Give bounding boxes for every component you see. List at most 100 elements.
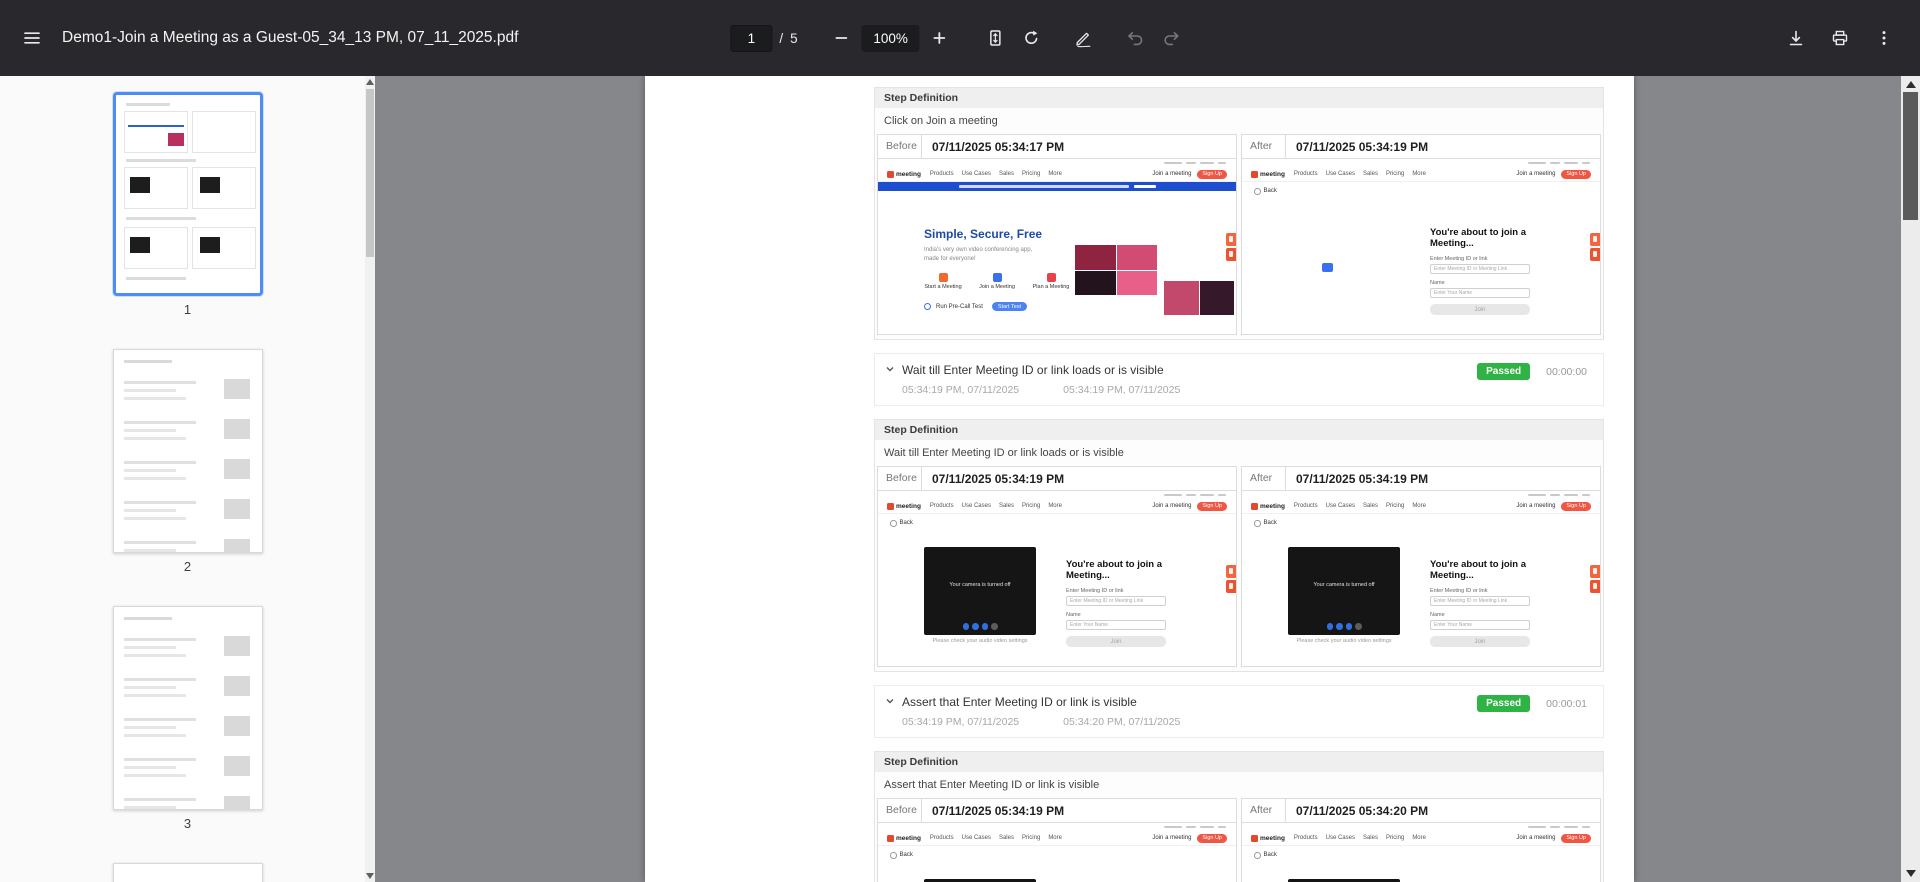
settings-icon [1355, 623, 1362, 630]
fit-to-page-button[interactable] [978, 20, 1014, 56]
main-scrollbar [1901, 76, 1920, 882]
sidebar-scrollbar-thumb[interactable] [366, 89, 374, 257]
mini-brand: meeting [1260, 170, 1285, 178]
thumbnail-page-number: 1 [183, 302, 192, 317]
more-options-button[interactable] [1866, 20, 1902, 56]
mini-signup-button: Sign Up [1197, 833, 1227, 843]
mini-back-link: Back [890, 852, 1236, 859]
mini-join-form: You're about to join a Meeting... Enter … [1430, 879, 1530, 882]
screenshot-join-page-video: meeting Products Use Cases Sales Pricing… [1242, 491, 1600, 666]
meeting-id-input: Enter Meeting ID or Meeting Link [1066, 596, 1166, 607]
zoom-level[interactable]: 100% [861, 24, 920, 52]
mini-nav-item: Pricing [1021, 171, 1041, 177]
mini-nav-item: Products [929, 171, 954, 177]
step-start-time: 05:34:19 PM, 07/11/2025 [902, 384, 1020, 396]
annotation-flag-icon [1590, 232, 1600, 246]
mini-nav-item: More [1412, 171, 1426, 177]
mini-nav-item: Products [1293, 835, 1318, 841]
thumbnail-sidebar: 1 2 3 [0, 76, 375, 882]
undo-button[interactable] [1118, 20, 1154, 56]
chevron-down-icon [885, 693, 895, 711]
mini-nav-item: Pricing [1385, 503, 1405, 509]
zoom-out-button[interactable] [824, 20, 860, 56]
scroll-up-arrow[interactable] [366, 79, 374, 85]
mini-navbar: meeting Products Use Cases Sales Pricing… [1242, 499, 1600, 514]
scroll-down-arrow[interactable] [1905, 870, 1916, 877]
back-arrow-icon [1254, 188, 1261, 195]
pdf-viewer-app: Demo1-Join a Meeting as a Guest-05_34_13… [0, 0, 1920, 882]
mini-join-link: Join a meeting [1152, 835, 1192, 841]
step-end-time: 05:34:20 PM, 07/11/2025 [1063, 716, 1181, 728]
scroll-up-arrow[interactable] [1905, 81, 1916, 88]
page-thumbnail-1[interactable] [112, 92, 263, 296]
mini-brand: meeting [896, 170, 921, 178]
redo-button[interactable] [1154, 20, 1190, 56]
mini-nav-item: Products [1293, 171, 1318, 177]
pdf-toolbar: Demo1-Join a Meeting as a Guest-05_34_13… [0, 0, 1920, 76]
rotate-button[interactable] [1014, 20, 1050, 56]
document-title: Demo1-Join a Meeting as a Guest-05_34_13… [62, 29, 519, 46]
step-start-time: 05:34:19 PM, 07/11/2025 [902, 716, 1020, 728]
screenshot-join-page: meeting Products Use Cases Sales Pricing… [1242, 159, 1600, 334]
mini-navbar: meeting Products Use Cases Sales Pricing… [878, 831, 1236, 846]
page-number-input[interactable] [730, 24, 773, 52]
page-thumbnail-4[interactable] [112, 863, 263, 882]
camera-icon [1336, 623, 1343, 630]
meeting-id-label: Enter Meeting ID or link [1430, 256, 1488, 263]
after-panel: After 07/11/2025 05:34:19 PM meeting Pro… [1241, 466, 1601, 667]
audio-check-text: Please check your audio video settings [932, 637, 1028, 644]
screenshot-join-page-video: meeting Products Use Cases Sales Pricing… [878, 823, 1236, 882]
mini-promo-banner [878, 182, 1236, 191]
plan-meeting-icon [1046, 273, 1056, 282]
mini-nav-item: More [1048, 503, 1062, 509]
annotate-button[interactable] [1066, 20, 1102, 56]
mini-logo-icon [887, 834, 894, 842]
mini-nav-item: Products [929, 835, 954, 841]
mic-icon [1326, 623, 1333, 630]
mini-back-link: Back [1254, 852, 1600, 859]
screenshot-join-page-video: meeting Products Use Cases Sales Pricing… [1242, 823, 1600, 882]
mini-nav-item: Sales [998, 171, 1014, 177]
mini-nav-item: More [1048, 171, 1062, 177]
mini-video-preview: Your camera is turned off [924, 878, 1036, 882]
step-definition-section: Step Definition Wait till Enter Meeting … [874, 419, 1604, 672]
undo-icon [1128, 31, 1143, 46]
start-meeting-icon [938, 273, 948, 282]
mini-nav-item: More [1048, 835, 1062, 841]
download-button[interactable] [1778, 20, 1814, 56]
speaker-icon [981, 623, 988, 630]
zoom-in-button[interactable] [922, 20, 958, 56]
precall-icon [924, 303, 931, 311]
page-thumbnail-3[interactable] [112, 606, 263, 810]
mini-nav-item: Products [929, 503, 954, 509]
mini-join-heading: You're about to join a Meeting... [1430, 226, 1527, 250]
download-icon [1789, 30, 1803, 46]
mini-utility-bar [878, 823, 1236, 831]
step-definition-section: Step Definition Assert that Enter Meetin… [874, 751, 1604, 882]
sidebar-scrollbar [365, 76, 375, 882]
annotation-markers [1590, 232, 1600, 261]
main-scrollbar-thumb[interactable] [1903, 92, 1918, 220]
back-arrow-icon [890, 520, 897, 527]
mini-utility-bar [878, 491, 1236, 499]
mini-navbar: meeting Products Use Cases Sales Pricing… [878, 499, 1236, 514]
mini-join-link: Join a meeting [1152, 503, 1192, 509]
mini-av-controls [924, 623, 1036, 630]
mini-nav-item: More [1412, 503, 1426, 509]
name-label: Name [1430, 280, 1445, 287]
plus-icon [933, 32, 946, 44]
scroll-down-arrow[interactable] [366, 873, 374, 879]
mini-join-form: You're about to join a Meeting... Enter … [1066, 879, 1166, 882]
mini-signup-button: Sign Up [1197, 501, 1227, 511]
annotation-flag-icon [1226, 247, 1236, 261]
mini-nav-item: Use Cases [961, 503, 991, 509]
mini-brand: meeting [896, 834, 921, 842]
page-thumbnail-2[interactable] [112, 349, 263, 553]
annotation-flag-icon [1226, 579, 1236, 593]
meeting-id-label: Enter Meeting ID or link [1430, 588, 1488, 595]
join-meeting-icon [992, 273, 1002, 282]
mini-utility-bar [1242, 823, 1600, 831]
print-button[interactable] [1822, 20, 1858, 56]
mini-signup-button: Sign Up [1561, 833, 1591, 843]
menu-button[interactable] [14, 20, 50, 56]
